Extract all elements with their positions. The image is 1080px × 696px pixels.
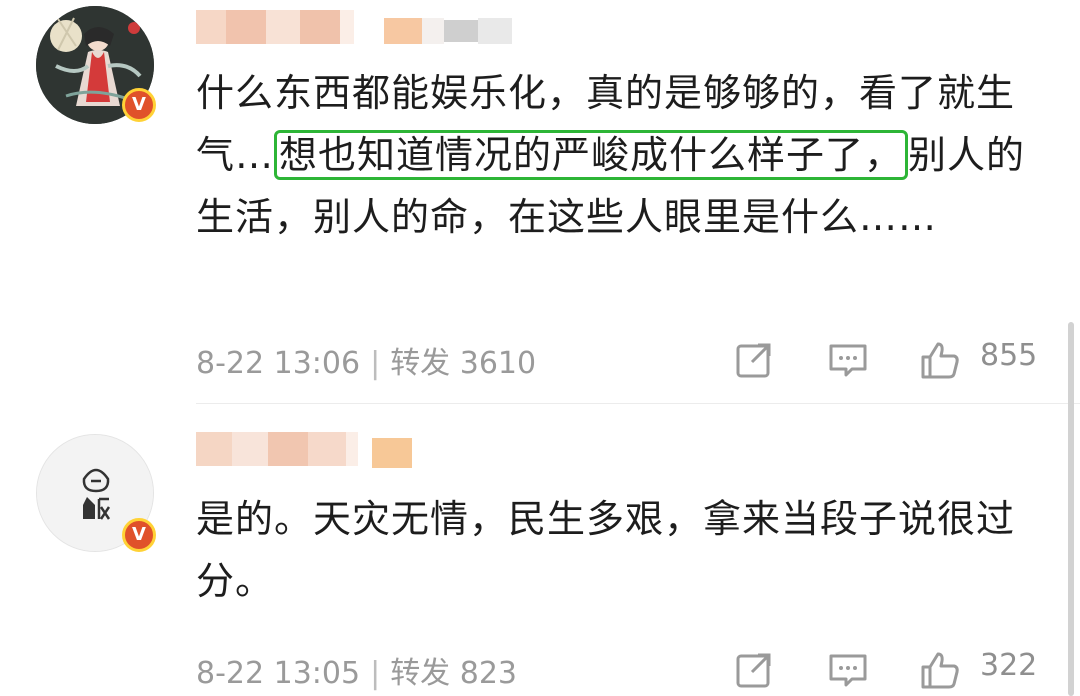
like-count: 322 xyxy=(980,648,1038,683)
comment-meta: 8-22 13:06 | 转发 3610 xyxy=(196,338,536,382)
like-count: 855 xyxy=(980,338,1038,373)
repost-count: 3610 xyxy=(459,346,537,381)
action-bar: 855 xyxy=(730,336,1050,380)
meta-separator: | xyxy=(370,656,381,691)
meta-separator: | xyxy=(370,346,381,381)
repost-label[interactable]: 转发 xyxy=(390,346,450,381)
comment-text: 是的。天灾无情，民生多艰，拿来当段子说很过分。 xyxy=(196,497,1016,603)
like-icon[interactable] xyxy=(920,650,960,690)
highlighted-phrase: 想也知道情况的严峻成什么样子了， xyxy=(274,130,909,180)
comment-icon[interactable] xyxy=(828,340,868,380)
repost-count: 823 xyxy=(459,656,517,691)
comment-text: 什么东西都能娱乐化，真的是够够的，看了就生气… 想也知道情况的严峻成什么样子了，别… xyxy=(196,62,1046,248)
verified-badge: V xyxy=(122,88,156,122)
comment-date: 8-22 13:06 xyxy=(196,346,361,381)
like-icon[interactable] xyxy=(920,340,960,380)
verified-badge: V xyxy=(122,518,156,552)
username-blurred[interactable] xyxy=(196,432,412,468)
action-bar: 322 xyxy=(730,646,1050,690)
comment-item: V 什么东西都能娱乐化，真的是够够的，看了就生气… 想也知道情况的严峻成什么样子了… xyxy=(0,0,1080,404)
comment-item: V 是的。天灾无情，民生多艰，拿来当段子说很过分。 8-22 13:05 | 转发 … xyxy=(0,404,1080,696)
share-icon[interactable] xyxy=(734,650,774,690)
scrollbar[interactable] xyxy=(1068,322,1074,696)
comment-icon[interactable] xyxy=(828,650,868,690)
repost-label[interactable]: 转发 xyxy=(390,656,450,691)
username-blurred[interactable] xyxy=(196,10,512,44)
comment-meta: 8-22 13:05 | 转发 823 xyxy=(196,648,517,692)
share-icon[interactable] xyxy=(734,340,774,380)
comment-date: 8-22 13:05 xyxy=(196,656,361,691)
